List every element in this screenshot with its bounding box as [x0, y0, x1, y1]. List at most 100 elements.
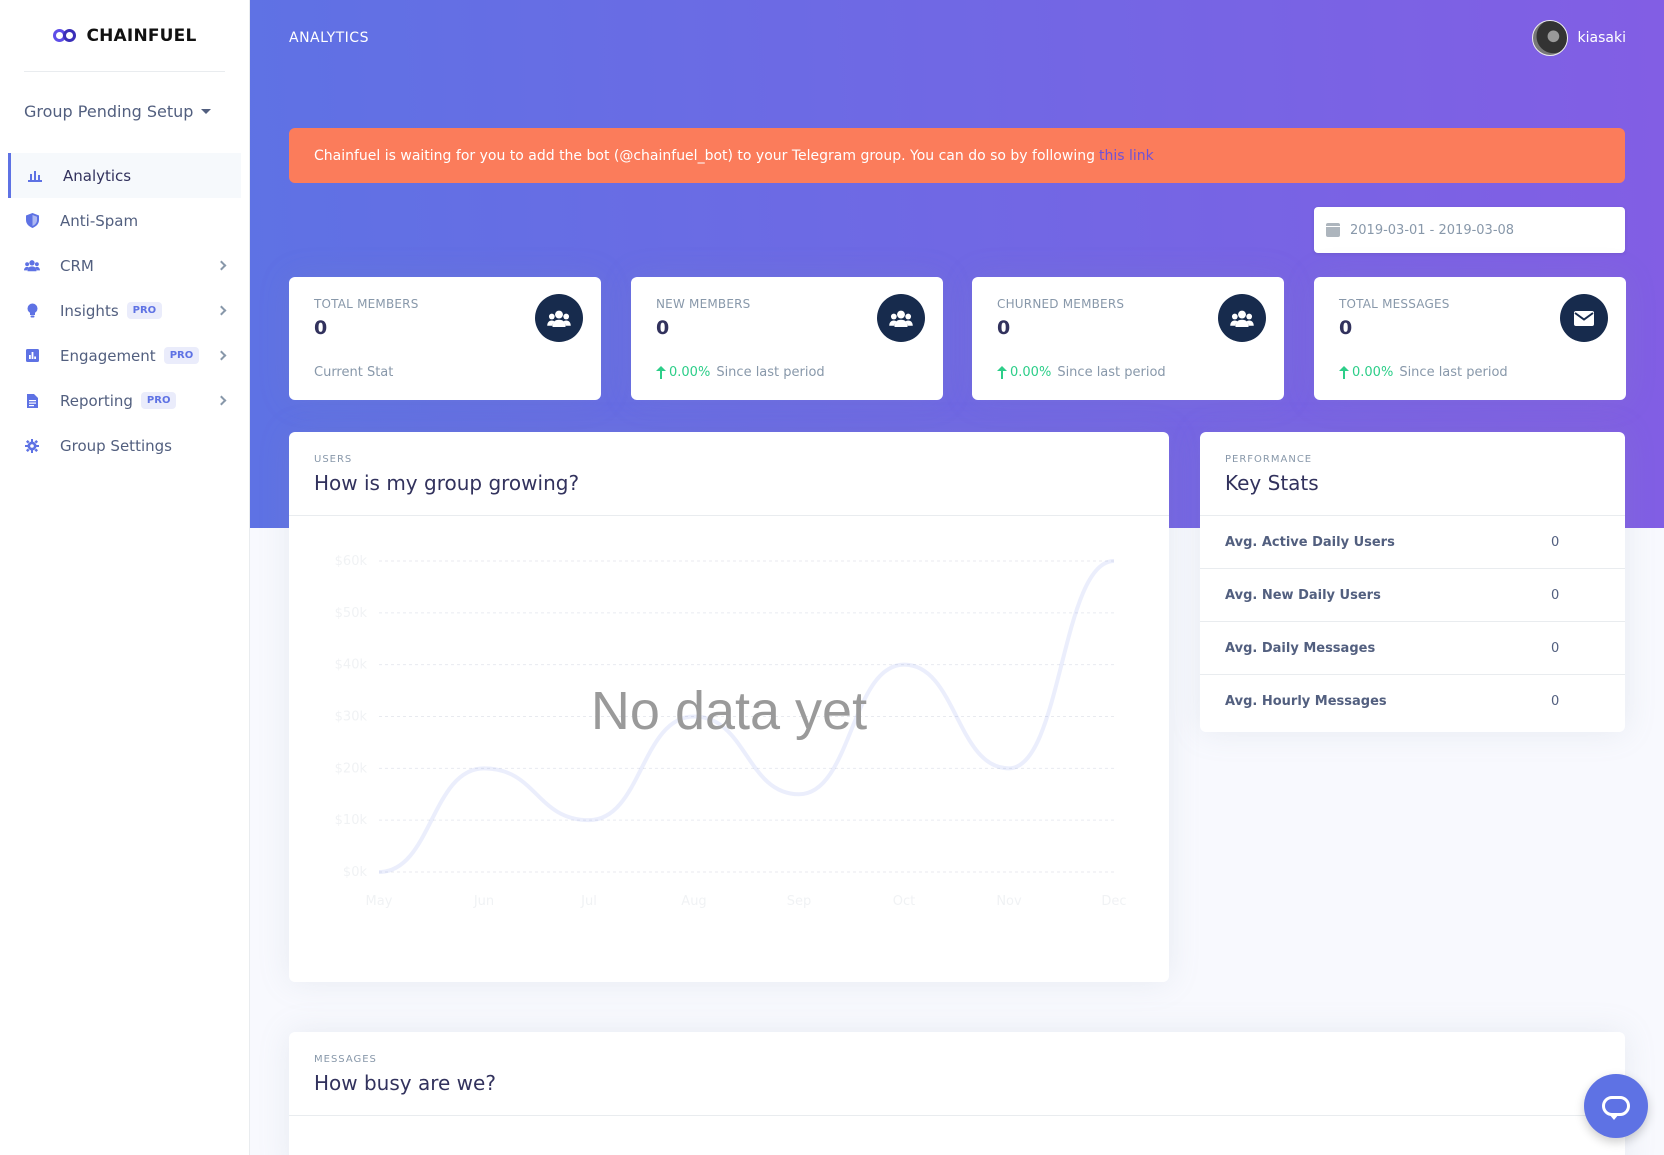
stat-change: 0.00%: [656, 365, 710, 380]
chevron-right-icon: [216, 260, 227, 271]
y-tick-label: $50k: [335, 606, 368, 621]
key-stat-row: Avg. Daily Messages 0: [1200, 622, 1625, 675]
panel-header: MESSAGES How busy are we?: [289, 1032, 1625, 1116]
key-stats-list: Avg. Active Daily Users 0 Avg. New Daily …: [1200, 516, 1625, 728]
stat-change-value: 0.00%: [669, 365, 711, 380]
stat-change: 0.00%: [997, 365, 1051, 380]
stat-card-churned-members: CHURNED MEMBERS 0 0.00% Since last perio…: [972, 277, 1284, 400]
page-title: ANALYTICS: [289, 30, 369, 46]
x-tick-label: Sep: [787, 894, 812, 909]
sidebar: CHAINFUEL Group Pending Setup Analytics …: [0, 0, 250, 1155]
x-tick-label: Aug: [681, 894, 706, 909]
date-range-picker[interactable]: 2019-03-01 - 2019-03-08: [1314, 207, 1625, 253]
pro-badge: PRO: [126, 302, 163, 319]
stat-card-total-members: TOTAL MEMBERS 0 Current Stat: [289, 277, 601, 400]
users-icon: [24, 258, 40, 274]
y-tick-label: $20k: [335, 761, 368, 776]
no-data-overlay: No data yet: [590, 681, 868, 741]
sidebar-item-crm[interactable]: CRM: [0, 243, 249, 288]
key-stat-value: 0: [1551, 640, 1560, 656]
stat-footer-text: Since last period: [1057, 365, 1166, 380]
users-icon: [1218, 294, 1266, 342]
pro-badge: PRO: [163, 347, 200, 364]
key-stat-label: Avg. New Daily Users: [1225, 587, 1381, 603]
stat-footer: Current Stat: [314, 365, 393, 380]
chart-area: $0k $10k $20k $30k $40k $50k $60k May Jun Jul Aug S…: [289, 516, 1169, 976]
x-tick-label: Dec: [1101, 894, 1126, 909]
setup-alert: Chainfuel is waiting for you to add the …: [289, 128, 1625, 183]
document-icon: [24, 393, 40, 409]
users-icon: [877, 294, 925, 342]
username: kiasaki: [1577, 30, 1626, 46]
key-stat-row: Avg. New Daily Users 0: [1200, 569, 1625, 622]
sidebar-item-label: Analytics: [63, 166, 132, 185]
x-tick-label: May: [366, 894, 393, 909]
stat-change-value: 0.00%: [1352, 365, 1394, 380]
x-tick-label: Nov: [996, 894, 1022, 909]
caret-down-icon: [201, 109, 212, 114]
arrow-up-icon: [656, 366, 666, 379]
alert-text: Chainfuel is waiting for you to add the …: [314, 147, 1095, 164]
stat-change: 0.00%: [1339, 365, 1393, 380]
panel-kicker: PERFORMANCE: [1225, 454, 1313, 465]
x-tick-label: Jul: [580, 894, 597, 909]
sidebar-item-label: Engagement: [60, 346, 156, 365]
arrow-up-icon: [1339, 366, 1349, 379]
poll-icon: [24, 348, 40, 364]
user-menu[interactable]: kiasaki: [1531, 20, 1626, 56]
group-selector-label: Group Pending Setup: [24, 102, 194, 121]
sidebar-item-group-settings[interactable]: Group Settings: [0, 423, 249, 468]
key-stat-value: 0: [1551, 587, 1560, 603]
stat-footer: 0.00% Since last period: [1339, 365, 1508, 380]
shield-icon: [24, 213, 40, 229]
messages-panel: MESSAGES How busy are we?: [289, 1032, 1625, 1155]
stat-card-total-messages: TOTAL MESSAGES 0 0.00% Since last period: [1314, 277, 1626, 400]
sidebar-item-label: CRM: [60, 256, 94, 275]
sidebar-item-anti-spam[interactable]: Anti-Spam: [0, 198, 249, 243]
date-range-value: 2019-03-01 - 2019-03-08: [1350, 222, 1515, 238]
panel-kicker: USERS: [314, 454, 353, 465]
sidebar-item-insights[interactable]: Insights PRO: [0, 288, 249, 333]
y-tick-label: $40k: [335, 658, 368, 673]
x-tick-label: Jun: [473, 894, 494, 909]
alert-link[interactable]: this link: [1099, 148, 1154, 164]
y-tick-label: $10k: [335, 813, 368, 828]
key-stat-label: Avg. Hourly Messages: [1225, 694, 1387, 709]
pro-badge: PRO: [140, 392, 177, 409]
chevron-right-icon: [216, 305, 227, 316]
group-selector[interactable]: Group Pending Setup: [24, 102, 225, 121]
key-stat-label: Avg. Daily Messages: [1225, 640, 1376, 656]
panel-title: How busy are we?: [314, 1071, 496, 1095]
key-stat-label: Avg. Active Daily Users: [1225, 534, 1395, 550]
sidebar-item-label: Anti-Spam: [60, 211, 139, 230]
stat-footer-text: Since last period: [716, 365, 825, 380]
key-stat-value: 0: [1551, 694, 1560, 709]
sidebar-item-engagement[interactable]: Engagement PRO: [0, 333, 249, 378]
brand-name: CHAINFUEL: [86, 25, 197, 46]
arrow-up-icon: [997, 366, 1007, 379]
stat-change-value: 0.00%: [1010, 365, 1052, 380]
panel-kicker: MESSAGES: [314, 1054, 377, 1065]
key-stat-row: Avg. Active Daily Users 0: [1200, 516, 1625, 569]
sidebar-nav: Analytics Anti-Spam CRM Insights PRO Eng…: [0, 153, 249, 468]
sidebar-item-label: Group Settings: [60, 436, 172, 455]
chat-bubbles-icon: [1602, 1096, 1630, 1120]
sidebar-item-label: Reporting: [60, 391, 133, 410]
growth-panel: USERS How is my group growing? $0k $10k $2…: [289, 432, 1169, 982]
chevron-right-icon: [216, 350, 227, 361]
y-tick-label: $0k: [343, 865, 368, 880]
sidebar-item-label: Insights: [60, 301, 119, 320]
stat-card-new-members: NEW MEMBERS 0 0.00% Since last period: [631, 277, 943, 400]
key-stat-row: Avg. Hourly Messages 0: [1200, 675, 1625, 728]
bar-chart-icon: [27, 168, 43, 184]
panel-header: USERS How is my group growing?: [289, 432, 1169, 516]
envelope-icon: [1560, 294, 1608, 342]
x-tick-label: Oct: [893, 894, 915, 909]
stat-footer: 0.00% Since last period: [997, 365, 1166, 380]
growth-chart: $0k$10k$20k$30k$40k$50k$60kMay Jun Jul Aug S…: [335, 554, 1127, 909]
brand[interactable]: CHAINFUEL: [24, 0, 225, 72]
sidebar-item-analytics[interactable]: Analytics: [8, 153, 241, 198]
chat-button[interactable]: [1584, 1074, 1648, 1138]
sidebar-item-reporting[interactable]: Reporting PRO: [0, 378, 249, 423]
stat-footer-text: Since last period: [1399, 365, 1508, 380]
